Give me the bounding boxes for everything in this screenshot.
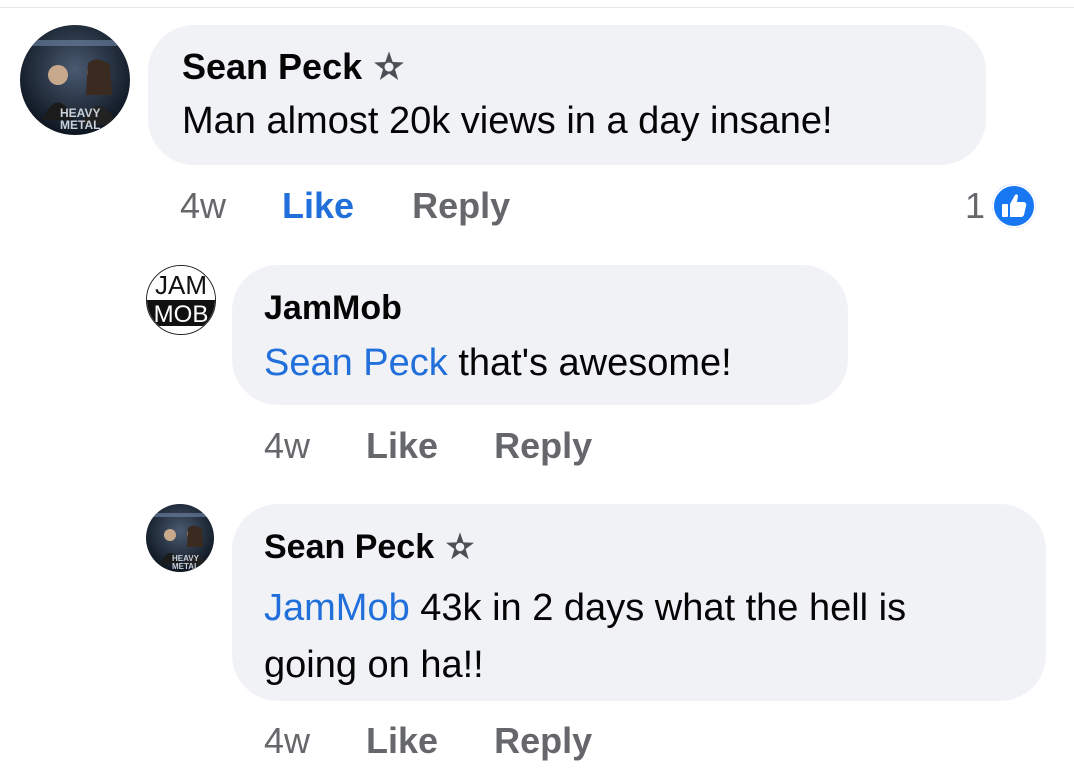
avatar-jammob[interactable]: JAM MOB bbox=[146, 265, 216, 335]
metal-band-avatar: HEAVY METAL bbox=[20, 25, 130, 135]
reply-button[interactable]: Reply bbox=[494, 720, 592, 762]
mention-link[interactable]: JamMob bbox=[264, 587, 410, 629]
comment-author-row: JamMob bbox=[264, 287, 816, 329]
comment-bubble: Sean Peck JamMob 43k in 2 days what the … bbox=[232, 504, 1046, 701]
like-button[interactable]: Like bbox=[282, 185, 354, 227]
svg-text:METAL: METAL bbox=[60, 118, 100, 132]
comment-author-row: Sean Peck bbox=[264, 526, 1014, 568]
thumbs-up-icon bbox=[991, 183, 1037, 229]
comment-actions: 4w Like Reply bbox=[180, 183, 510, 229]
comment-actions: 4w Like Reply bbox=[264, 718, 592, 764]
reaction-count-value: 1 bbox=[965, 185, 986, 226]
comment-author-row: Sean Peck bbox=[182, 45, 952, 89]
avatar-sean-peck[interactable]: HEAVY METAL bbox=[20, 25, 130, 135]
comment-text: Man almost 20k views in a day insane! bbox=[182, 99, 952, 145]
comment-actions: 4w Like Reply bbox=[264, 423, 592, 469]
reply-button[interactable]: Reply bbox=[412, 185, 510, 227]
comment-text: Sean Peck that's awesome! bbox=[264, 341, 816, 387]
comment-timestamp[interactable]: 4w bbox=[264, 425, 310, 467]
reaction-count[interactable]: 1 bbox=[965, 182, 1037, 230]
comment-author[interactable]: Sean Peck bbox=[264, 528, 434, 567]
svg-text:METAL: METAL bbox=[172, 562, 199, 571]
reply-button[interactable]: Reply bbox=[494, 425, 592, 467]
svg-text:MOB: MOB bbox=[154, 301, 209, 328]
comment-body: Man almost 20k views in a day insane! bbox=[182, 100, 833, 142]
comment-bubble: JamMob Sean Peck that's awesome! bbox=[232, 265, 848, 405]
mention-link[interactable]: Sean Peck bbox=[264, 342, 448, 384]
comment-timestamp[interactable]: 4w bbox=[264, 720, 310, 762]
avatar-sean-peck[interactable]: HEAVY METAL bbox=[146, 504, 214, 572]
top-fan-badge-icon bbox=[444, 531, 476, 563]
top-divider bbox=[0, 0, 1074, 8]
comment-author[interactable]: JamMob bbox=[264, 289, 402, 328]
comment-text: JamMob 43k in 2 days what the hell is go… bbox=[264, 580, 984, 694]
like-button[interactable]: Like bbox=[366, 425, 438, 467]
comment-timestamp[interactable]: 4w bbox=[180, 185, 226, 227]
metal-band-avatar: HEAVY METAL bbox=[146, 504, 214, 572]
svg-text:JAM: JAM bbox=[155, 270, 207, 300]
comment-bubble: Sean Peck Man almost 20k views in a day … bbox=[148, 25, 986, 165]
jammob-logo-avatar: JAM MOB bbox=[147, 266, 215, 334]
comment-body: that's awesome! bbox=[447, 342, 732, 384]
like-button[interactable]: Like bbox=[366, 720, 438, 762]
comment-author[interactable]: Sean Peck bbox=[182, 46, 362, 88]
top-fan-badge-icon bbox=[372, 50, 406, 84]
